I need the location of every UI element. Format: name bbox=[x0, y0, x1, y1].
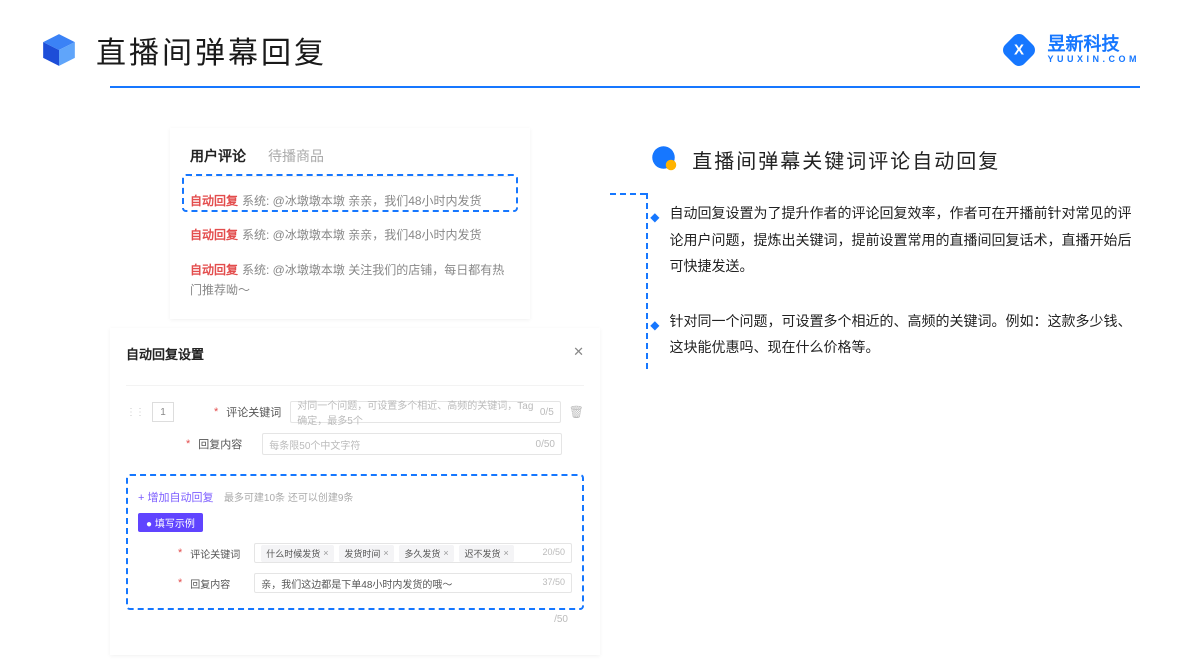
diamond-bullet-icon: ◆ bbox=[650, 314, 659, 361]
comment-line: 自动回复系统: @冰墩墩本墩 关注我们的店铺，每日都有热门推荐呦～ bbox=[190, 260, 510, 301]
brand-logo-icon: X bbox=[1001, 32, 1037, 68]
reply-row: * 回复内容 每条限50个中文字符 0/50 bbox=[126, 428, 584, 460]
keyword-row: ⋮⋮ 1 * 评论关键词 对同一个问题，可设置多个相近、高频的关键词，Tag确定… bbox=[126, 396, 584, 428]
delete-icon[interactable]: 🗑 bbox=[569, 405, 584, 419]
connector-line bbox=[646, 193, 648, 369]
comments-card: 用户评论 待播商品 自动回复系统: @冰墩墩本墩 亲亲，我们48小时内发货 自动… bbox=[170, 128, 530, 319]
keyword-label: 评论关键词 bbox=[226, 404, 282, 420]
reply-label: 回复内容 bbox=[198, 436, 254, 452]
chat-bubble-icon bbox=[650, 144, 680, 174]
reply-count: 0/50 bbox=[536, 439, 555, 450]
ex-reply-input[interactable]: 亲，我们这边都是下单48小时内发货的哦～ 37/50 bbox=[254, 573, 572, 593]
bullet-item: ◆ 自动回复设置为了提升作者的评论回复效率，作者可在开播前针对常见的评论用户问题… bbox=[650, 200, 1140, 280]
bullet-text: 针对同一个问题，可设置多个相近的、高频的关键词。例如：这款多少钱、这块能优惠吗、… bbox=[670, 308, 1140, 361]
brand-name: 昱新科技 bbox=[1047, 35, 1140, 53]
brand-subtitle: YUUXIN.COM bbox=[1047, 53, 1140, 66]
brand-block: X 昱新科技 YUUXIN.COM bbox=[1001, 32, 1140, 68]
required-star: * bbox=[214, 406, 218, 418]
required-star: * bbox=[178, 547, 182, 559]
tag-chip: 多久发货× bbox=[399, 545, 453, 562]
required-star: * bbox=[178, 577, 182, 589]
tag-chip: 迟不发货× bbox=[459, 545, 513, 562]
auto-reply-settings-card: 自动回复设置 ✕ ⋮⋮ 1 * 评论关键词 对同一个问题，可设置多个相近、高频的… bbox=[110, 328, 600, 655]
close-icon[interactable]: ✕ bbox=[573, 344, 584, 363]
comment-line: 自动回复系统: @冰墩墩本墩 亲亲，我们48小时内发货 bbox=[190, 225, 510, 245]
highlight-first-comment bbox=[182, 174, 518, 212]
page-header: 直播间弹幕回复 X 昱新科技 YUUXIN.COM bbox=[0, 0, 1180, 72]
svg-text:X: X bbox=[1014, 42, 1024, 59]
auto-reply-tag: 自动回复 bbox=[190, 228, 238, 242]
right-description: 直播间弹幕关键词评论自动回复 ◆ 自动回复设置为了提升作者的评论回复效率，作者可… bbox=[650, 128, 1140, 389]
section-subtitle: 直播间弹幕关键词评论自动回复 bbox=[692, 145, 1000, 174]
settings-title: 自动回复设置 bbox=[126, 344, 204, 363]
bottom-count: /50 bbox=[126, 610, 584, 625]
comment-text: 系统: @冰墩墩本墩 亲亲，我们48小时内发货 bbox=[242, 228, 482, 242]
ex-reply-count: 37/50 bbox=[542, 577, 565, 587]
example-badge: ● 填写示例 bbox=[138, 513, 203, 532]
tab-user-comments[interactable]: 用户评论 bbox=[190, 146, 246, 166]
add-hint: 最多可建10条 还可以创建9条 bbox=[224, 493, 353, 504]
reply-input[interactable]: 每条限50个中文字符 0/50 bbox=[262, 433, 562, 455]
bullet-item: ◆ 针对同一个问题，可设置多个相近的、高频的关键词。例如：这款多少钱、这块能优惠… bbox=[650, 308, 1140, 361]
ex-reply-value: 亲，我们这边都是下单48小时内发货的哦～ bbox=[261, 576, 452, 591]
ex-keyword-label: 评论关键词 bbox=[190, 546, 246, 561]
tag-chip: 什么时候发货× bbox=[261, 545, 333, 562]
keyword-input[interactable]: 对同一个问题，可设置多个相近、高频的关键词，Tag确定，最多5个 0/5 bbox=[290, 401, 560, 423]
keyword-count: 0/5 bbox=[540, 407, 554, 418]
reply-placeholder: 每条限50个中文字符 bbox=[269, 437, 360, 452]
cube-icon bbox=[40, 31, 78, 69]
page-title: 直播间弹幕回复 bbox=[96, 28, 327, 72]
diamond-bullet-icon: ◆ bbox=[650, 206, 659, 280]
example-highlight: + 增加自动回复 最多可建10条 还可以创建9条 ● 填写示例 * 评论关键词 … bbox=[126, 474, 584, 610]
required-star: * bbox=[186, 438, 190, 450]
connector-line bbox=[610, 193, 646, 195]
auto-reply-tag: 自动回复 bbox=[190, 263, 238, 277]
tag-chip: 发货时间× bbox=[339, 545, 393, 562]
keyword-placeholder: 对同一个问题，可设置多个相近、高频的关键词，Tag确定，最多5个 bbox=[297, 397, 540, 427]
tab-pending-goods[interactable]: 待播商品 bbox=[268, 146, 324, 166]
add-auto-reply-link[interactable]: + 增加自动回复 bbox=[138, 489, 213, 505]
drag-handle-icon[interactable]: ⋮⋮ bbox=[126, 407, 144, 418]
ex-reply-label: 回复内容 bbox=[190, 576, 246, 591]
ex-keyword-input[interactable]: 什么时候发货× 发货时间× 多久发货× 迟不发货× 20/50 bbox=[254, 543, 572, 563]
ex-tag-count: 20/50 bbox=[542, 547, 565, 557]
left-screenshots: 用户评论 待播商品 自动回复系统: @冰墩墩本墩 亲亲，我们48小时内发货 自动… bbox=[110, 128, 590, 389]
row-number: 1 bbox=[152, 402, 174, 422]
bullet-text: 自动回复设置为了提升作者的评论回复效率，作者可在开播前针对常见的评论用户问题，提… bbox=[670, 200, 1140, 280]
